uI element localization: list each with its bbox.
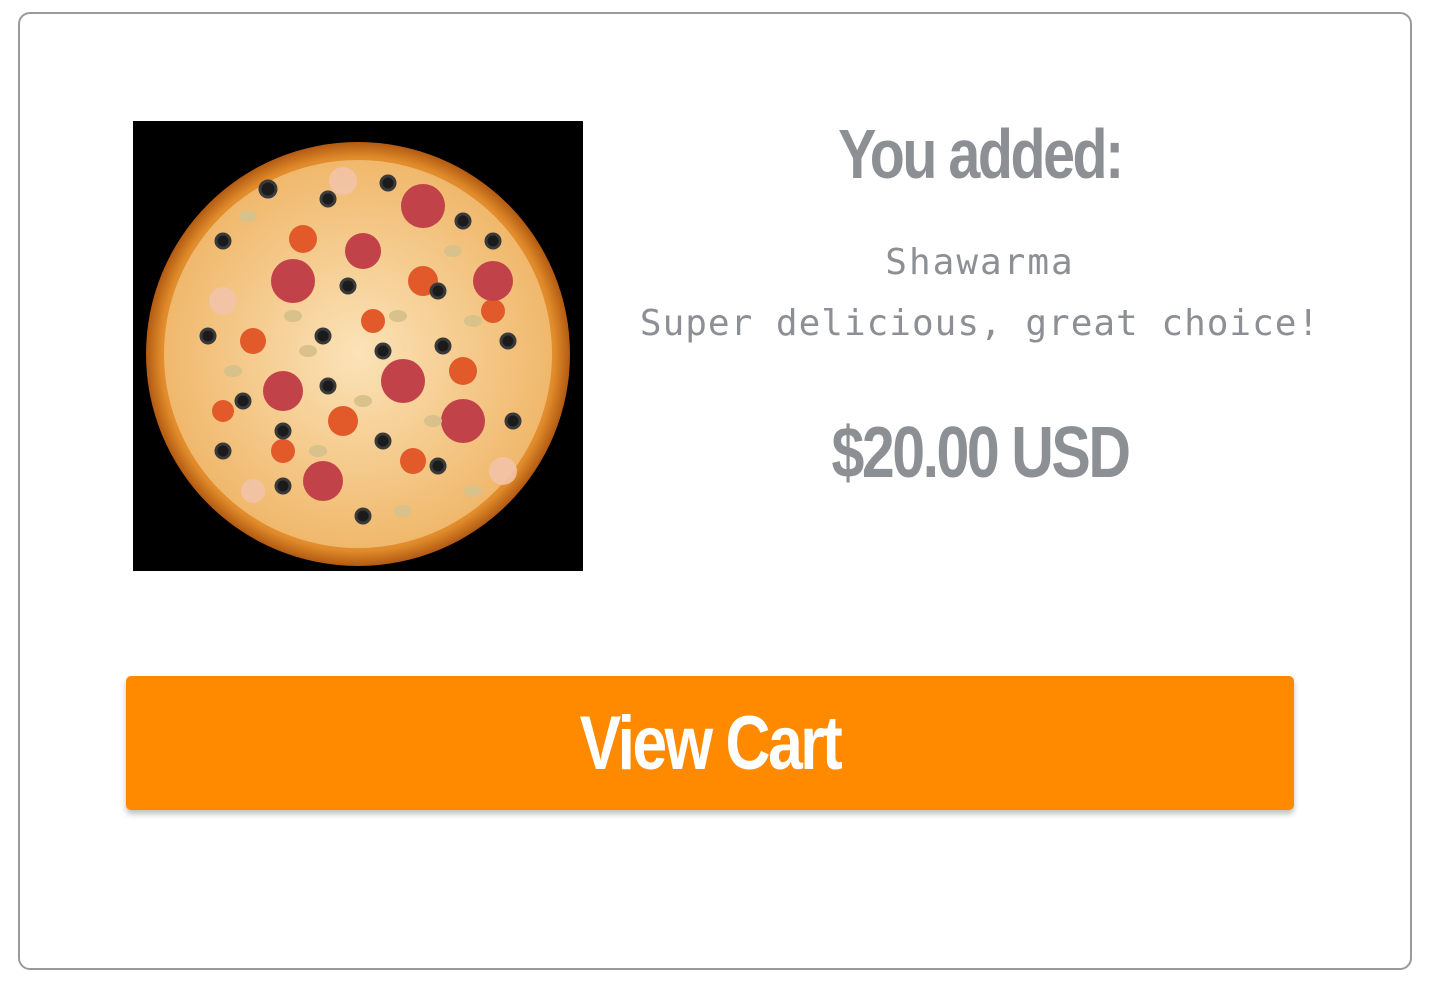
view-cart-label: View Cart bbox=[579, 700, 843, 786]
added-heading: You added: bbox=[838, 115, 1124, 193]
added-to-cart-card: You added: Shawarma Super delicious, gre… bbox=[18, 12, 1412, 970]
product-info: You added: Shawarma Super delicious, gre… bbox=[630, 109, 1330, 498]
product-description: Super delicious, great choice! bbox=[639, 303, 1321, 344]
product-name: Shawarma bbox=[885, 242, 1075, 283]
view-cart-button[interactable]: View Cart bbox=[126, 676, 1294, 810]
pizza-photo-icon bbox=[133, 121, 583, 571]
product-image bbox=[133, 121, 583, 571]
product-price: $20.00 USD bbox=[831, 413, 1131, 493]
